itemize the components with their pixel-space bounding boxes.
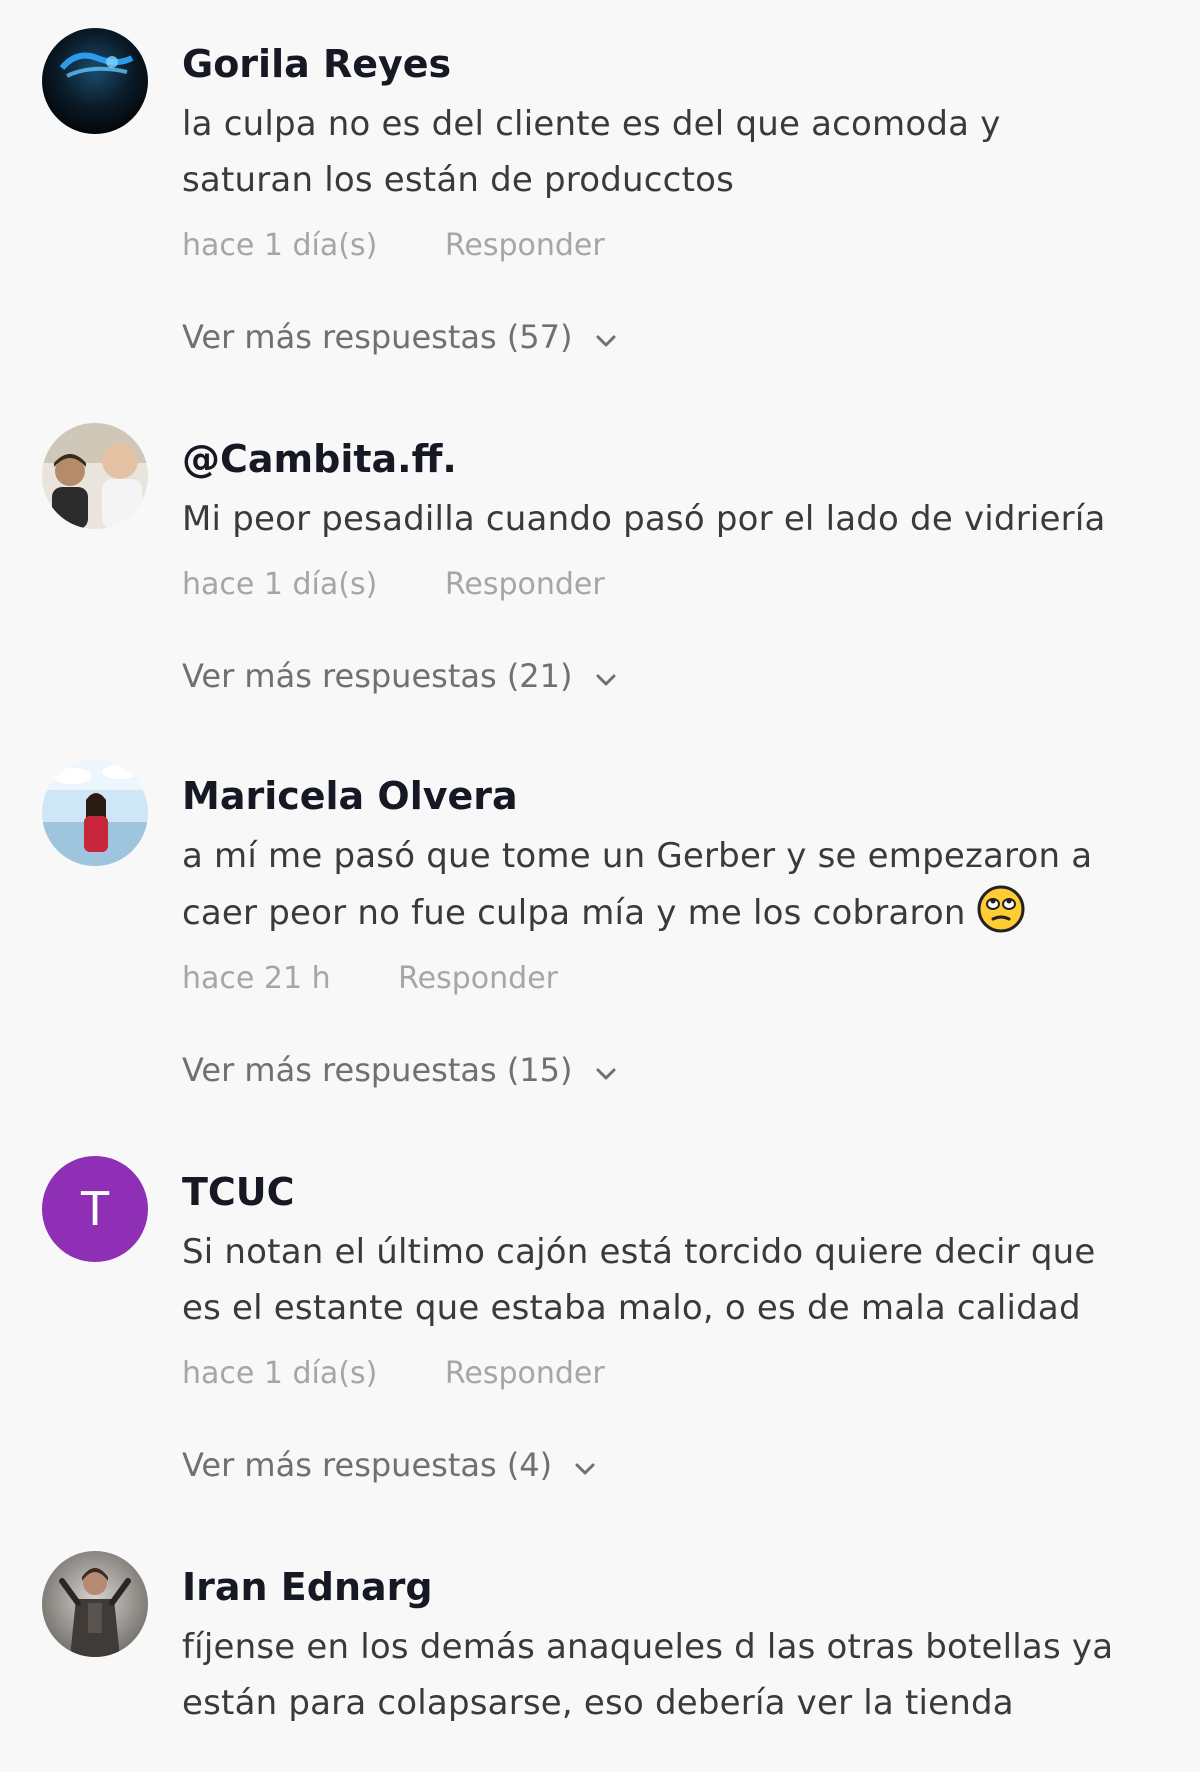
view-more-replies-button[interactable]: Ver más respuestas (4): [182, 1444, 598, 1486]
timestamp: hace 1 día(s): [182, 228, 378, 263]
username[interactable]: Gorila Reyes: [182, 42, 1182, 86]
reply-button[interactable]: Responder: [445, 1356, 605, 1391]
two-people-photo-avatar-icon: [42, 423, 148, 529]
warrior-figure-avatar-icon: [42, 1551, 148, 1657]
comment-text: la culpa no es del cliente es del que ac…: [182, 104, 1001, 200]
view-more-replies-button[interactable]: Ver más respuestas (57): [182, 316, 619, 358]
chevron-down-icon: [593, 328, 619, 354]
chevron-down-icon: [593, 667, 619, 693]
avatar[interactable]: [42, 28, 148, 134]
comment-text: a mí me pasó que tome un Gerber y se emp…: [182, 836, 1093, 934]
timestamp: hace 1 día(s): [182, 567, 378, 602]
chevron-down-icon: [572, 1456, 598, 1482]
view-more-replies-button[interactable]: Ver más respuestas (15): [182, 1049, 619, 1091]
comment-list: Gorila Reyes la culpa no es del cliente …: [0, 0, 1200, 1772]
username[interactable]: Maricela Olvera: [182, 774, 1182, 818]
avatar[interactable]: [42, 423, 148, 529]
view-more-replies-button[interactable]: Ver más respuestas (21): [182, 655, 619, 697]
chevron-down-icon: [593, 1061, 619, 1087]
avatar[interactable]: T: [42, 1156, 148, 1262]
username[interactable]: Iran Ednarg: [182, 1565, 1182, 1609]
timestamp: hace 21 h: [182, 961, 331, 996]
timestamp: hace 1 día(s): [182, 1356, 378, 1391]
comment-meta: hace 21 h Responder: [182, 959, 1182, 999]
comment-text: Mi peor pesadilla cuando pasó por el lad…: [182, 499, 1106, 539]
comment-meta: hace 1 día(s) Responder: [182, 226, 1182, 266]
comment-text: fíjense en los demás anaqueles d las otr…: [182, 1627, 1114, 1723]
username[interactable]: @Cambita.ff.: [182, 437, 1182, 481]
comment-meta: hace 1 día(s) Responder: [182, 565, 1182, 605]
reply-button[interactable]: Responder: [445, 567, 605, 602]
dark-blue-abstract-avatar-icon: [42, 28, 148, 134]
avatar[interactable]: [42, 760, 148, 866]
username[interactable]: TCUC: [182, 1170, 1182, 1214]
rolling-eyes-emoji-icon: [976, 884, 1026, 934]
reply-button[interactable]: Responder: [445, 228, 605, 263]
reply-button[interactable]: Responder: [398, 961, 558, 996]
avatar[interactable]: [42, 1551, 148, 1657]
comment-text: Si notan el último cajón está torcido qu…: [182, 1232, 1096, 1328]
comment-meta: hace 1 día(s) Responder: [182, 1354, 1182, 1394]
beach-person-photo-avatar-icon: [42, 760, 148, 866]
